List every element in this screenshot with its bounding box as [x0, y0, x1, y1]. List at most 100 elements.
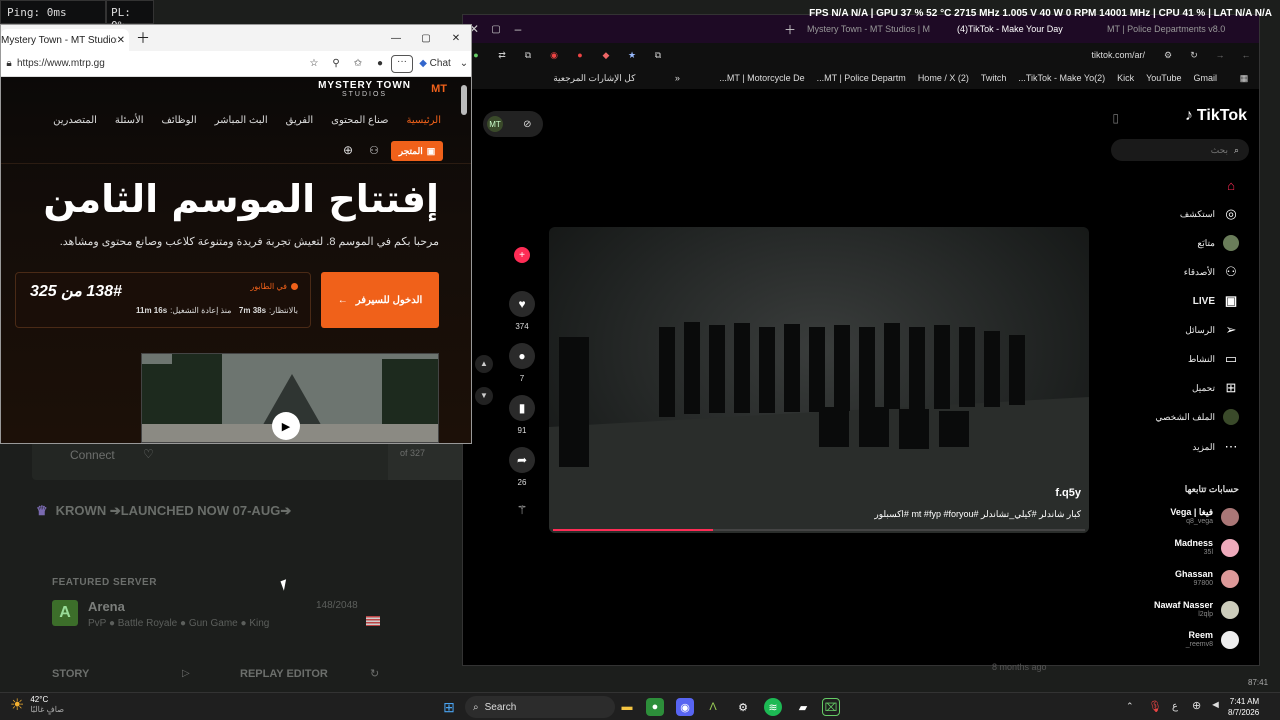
account-item[interactable]: Nawaf Nasser l2qlp	[1154, 600, 1239, 620]
weather-widget[interactable]: ☀ 42°C صافٍ غالبًا	[10, 695, 64, 715]
collapse-sidebar-icon[interactable]: ▯	[1112, 111, 1119, 125]
globe-icon[interactable]: ⊕	[343, 143, 353, 157]
back-icon[interactable]: ←	[1233, 50, 1259, 60]
tiktok-logo[interactable]: ♪ TikTok	[1185, 107, 1247, 125]
sidebar-item-explore[interactable]: ◎ استكشف	[1180, 206, 1239, 222]
store-button[interactable]: ▣ المتجر	[391, 141, 443, 161]
volume-icon[interactable]: ◄	[1210, 699, 1221, 711]
story-button[interactable]: STORY	[52, 668, 89, 680]
creator-avatar-button[interactable]: +	[509, 247, 535, 263]
account-item[interactable]: Reem _reemv8	[1186, 630, 1239, 650]
krown-banner[interactable]: ♛ KROWN ➔LAUNCHED NOW 07-AUG➔	[36, 500, 451, 522]
apps-grid-icon[interactable]: ▦	[1229, 73, 1259, 84]
tab-police-departments[interactable]: MT | Police Departments v8.0	[1101, 24, 1251, 34]
sidebar-item-profile[interactable]: الملف الشخصي	[1155, 409, 1239, 425]
trailer-video[interactable]: ▶	[141, 353, 439, 443]
scrollbar[interactable]	[461, 85, 467, 115]
discord-icon[interactable]: ◉	[676, 698, 694, 716]
nav-creators[interactable]: صناع المحتوى	[331, 115, 388, 126]
spotify-icon[interactable]: ≋	[764, 698, 782, 716]
taskbar-search[interactable]: ⌕ Search	[465, 696, 615, 718]
heart-icon[interactable]: ♡	[143, 447, 154, 461]
account-item[interactable]: Ghassan 97800	[1175, 569, 1239, 589]
close-window-icon[interactable]: ✕	[441, 33, 471, 44]
address-bar[interactable]: tiktok.com/ar/	[1091, 50, 1155, 60]
video-progress-track[interactable]	[553, 529, 1085, 531]
bookmark-twitch[interactable]: Twitch	[981, 73, 1007, 83]
sidebar-item-activity[interactable]: ▭ النشاط	[1188, 351, 1239, 367]
bookmark-all[interactable]: كل الإشارات المرجعية	[553, 73, 635, 84]
play-button-icon[interactable]: ▶	[272, 412, 300, 440]
new-tab-icon[interactable]: ＋	[779, 21, 801, 38]
nav-jobs[interactable]: الوظائف	[161, 115, 196, 126]
mt-logo[interactable]: MYSTERY TOWN STUDIOS	[318, 81, 411, 99]
language-indicator[interactable]: ع	[1172, 701, 1178, 712]
scroll-up-icon[interactable]: ▲	[475, 355, 493, 373]
browser-app-icon[interactable]: ⌧	[822, 698, 840, 716]
nav-live[interactable]: البث المباشر	[215, 115, 268, 126]
extension-icon-4[interactable]: ●	[567, 50, 593, 60]
clock[interactable]: 7:41 AM 8/7/2026	[1228, 696, 1259, 718]
new-tab-icon[interactable]: ＋	[129, 28, 157, 48]
sidebar-item-live[interactable]: ▣ LIVE	[1193, 293, 1239, 309]
sidebar-item-messages[interactable]: ➢ الرسائل	[1185, 322, 1239, 338]
app-icon[interactable]: ▰	[794, 698, 812, 716]
forward-icon[interactable]: →	[1207, 50, 1233, 60]
edge-browser-window[interactable]: Mystery Town - MT Studios | MTRP ✕ ＋ — ▢…	[0, 24, 472, 444]
tab-mystery-town[interactable]: Mystery Town - MT Studios | M	[801, 24, 951, 34]
share-icon[interactable]: ⧉	[645, 50, 671, 61]
sidebar-item-following[interactable]: متابَع	[1197, 235, 1239, 251]
video-player[interactable]: f.q5y كبار شاندلر #كيلي_تشاندلر #mt #fyp…	[549, 227, 1089, 533]
connect-button[interactable]: Connect	[70, 448, 115, 462]
join-server-button[interactable]: ← الدخول للسيرفر	[321, 272, 439, 328]
bookmark-x[interactable]: (2) Home / X	[918, 73, 969, 83]
tab-tiktok[interactable]: (4)TikTok - Make Your Day	[951, 24, 1101, 34]
bookmark-youtube[interactable]: YouTube	[1146, 73, 1181, 83]
extension-icon-2[interactable]: ⇄	[489, 50, 515, 61]
network-icon[interactable]: ⊕	[1192, 699, 1201, 712]
steam-icon[interactable]: ⚙	[734, 698, 752, 716]
reload-icon[interactable]: ↻	[1181, 50, 1207, 61]
replay-editor-button[interactable]: REPLAY EDITOR	[240, 668, 328, 680]
tab-mystery-town[interactable]: Mystery Town - MT Studios | MTRP ✕	[1, 29, 129, 51]
scroll-down-icon[interactable]: ▼	[475, 387, 493, 405]
sidebar-item-more[interactable]: ⋯ المزيد	[1192, 439, 1239, 455]
nav-home[interactable]: الرئيسية	[407, 115, 441, 126]
search-box[interactable]: بحث ⌕	[1111, 139, 1249, 161]
extensions-icon[interactable]: ⚲	[325, 58, 347, 69]
profile-icon[interactable]: ●	[369, 58, 391, 69]
windows-start-icon[interactable]: ⊞	[440, 698, 458, 716]
favorites-icon[interactable]: ✩	[347, 58, 369, 69]
bookmark-kick[interactable]: Kick	[1117, 73, 1134, 83]
sidebar-item-friends[interactable]: ⚇ الأصدقاء	[1184, 264, 1239, 280]
search-input[interactable]: بحث	[1211, 145, 1228, 156]
minimize-icon[interactable]: –	[507, 22, 529, 36]
extension-icon-3[interactable]: ◉	[541, 50, 567, 61]
bookmark-star-icon[interactable]: ★	[619, 50, 645, 61]
bookmark-gmail[interactable]: Gmail	[1193, 73, 1217, 83]
restore-icon[interactable]: ▢	[485, 24, 507, 35]
tiktok-browser-window[interactable]: ✕ ▢ – ＋ Mystery Town - MT Studios | M (4…	[462, 14, 1260, 666]
video-author[interactable]: f.q5y	[1055, 487, 1081, 499]
follow-plus-icon[interactable]: +	[514, 247, 530, 263]
site-settings-icon[interactable]: ⚙	[1155, 50, 1181, 61]
user-icon[interactable]: ⚇	[369, 144, 379, 157]
account-item[interactable]: Vega | فيغا q8_vega	[1170, 507, 1239, 527]
extension-icon-5[interactable]: ◆	[593, 50, 619, 61]
chevron-down-icon[interactable]: ⌄	[457, 58, 471, 69]
chrome-icon[interactable]: ●	[646, 698, 664, 716]
address-bar[interactable]: https://www.mtrp.gg	[17, 58, 303, 69]
comment-button[interactable]: ● 7	[509, 343, 535, 383]
maximize-icon[interactable]: ▢	[411, 33, 441, 44]
close-tab-icon[interactable]: ✕	[117, 35, 125, 46]
sidebar-item-home[interactable]: ⌂	[1215, 177, 1239, 193]
microphone-icon[interactable]: 🎙︎	[1148, 700, 1162, 713]
screenshot-icon[interactable]: ⧉	[515, 50, 541, 61]
arena-name[interactable]: Arena	[88, 599, 125, 614]
tray-chevron-icon[interactable]: ⌃	[1126, 701, 1134, 712]
nav-leaderboard[interactable]: المتصدرين	[53, 115, 97, 126]
nav-faq[interactable]: الأسئلة	[115, 115, 144, 126]
bookmark-motorcycle[interactable]: MT | Motorcycle De...	[719, 73, 804, 83]
like-button[interactable]: ♥ 374	[509, 291, 535, 331]
nvidia-icon[interactable]: Λ	[704, 698, 722, 716]
